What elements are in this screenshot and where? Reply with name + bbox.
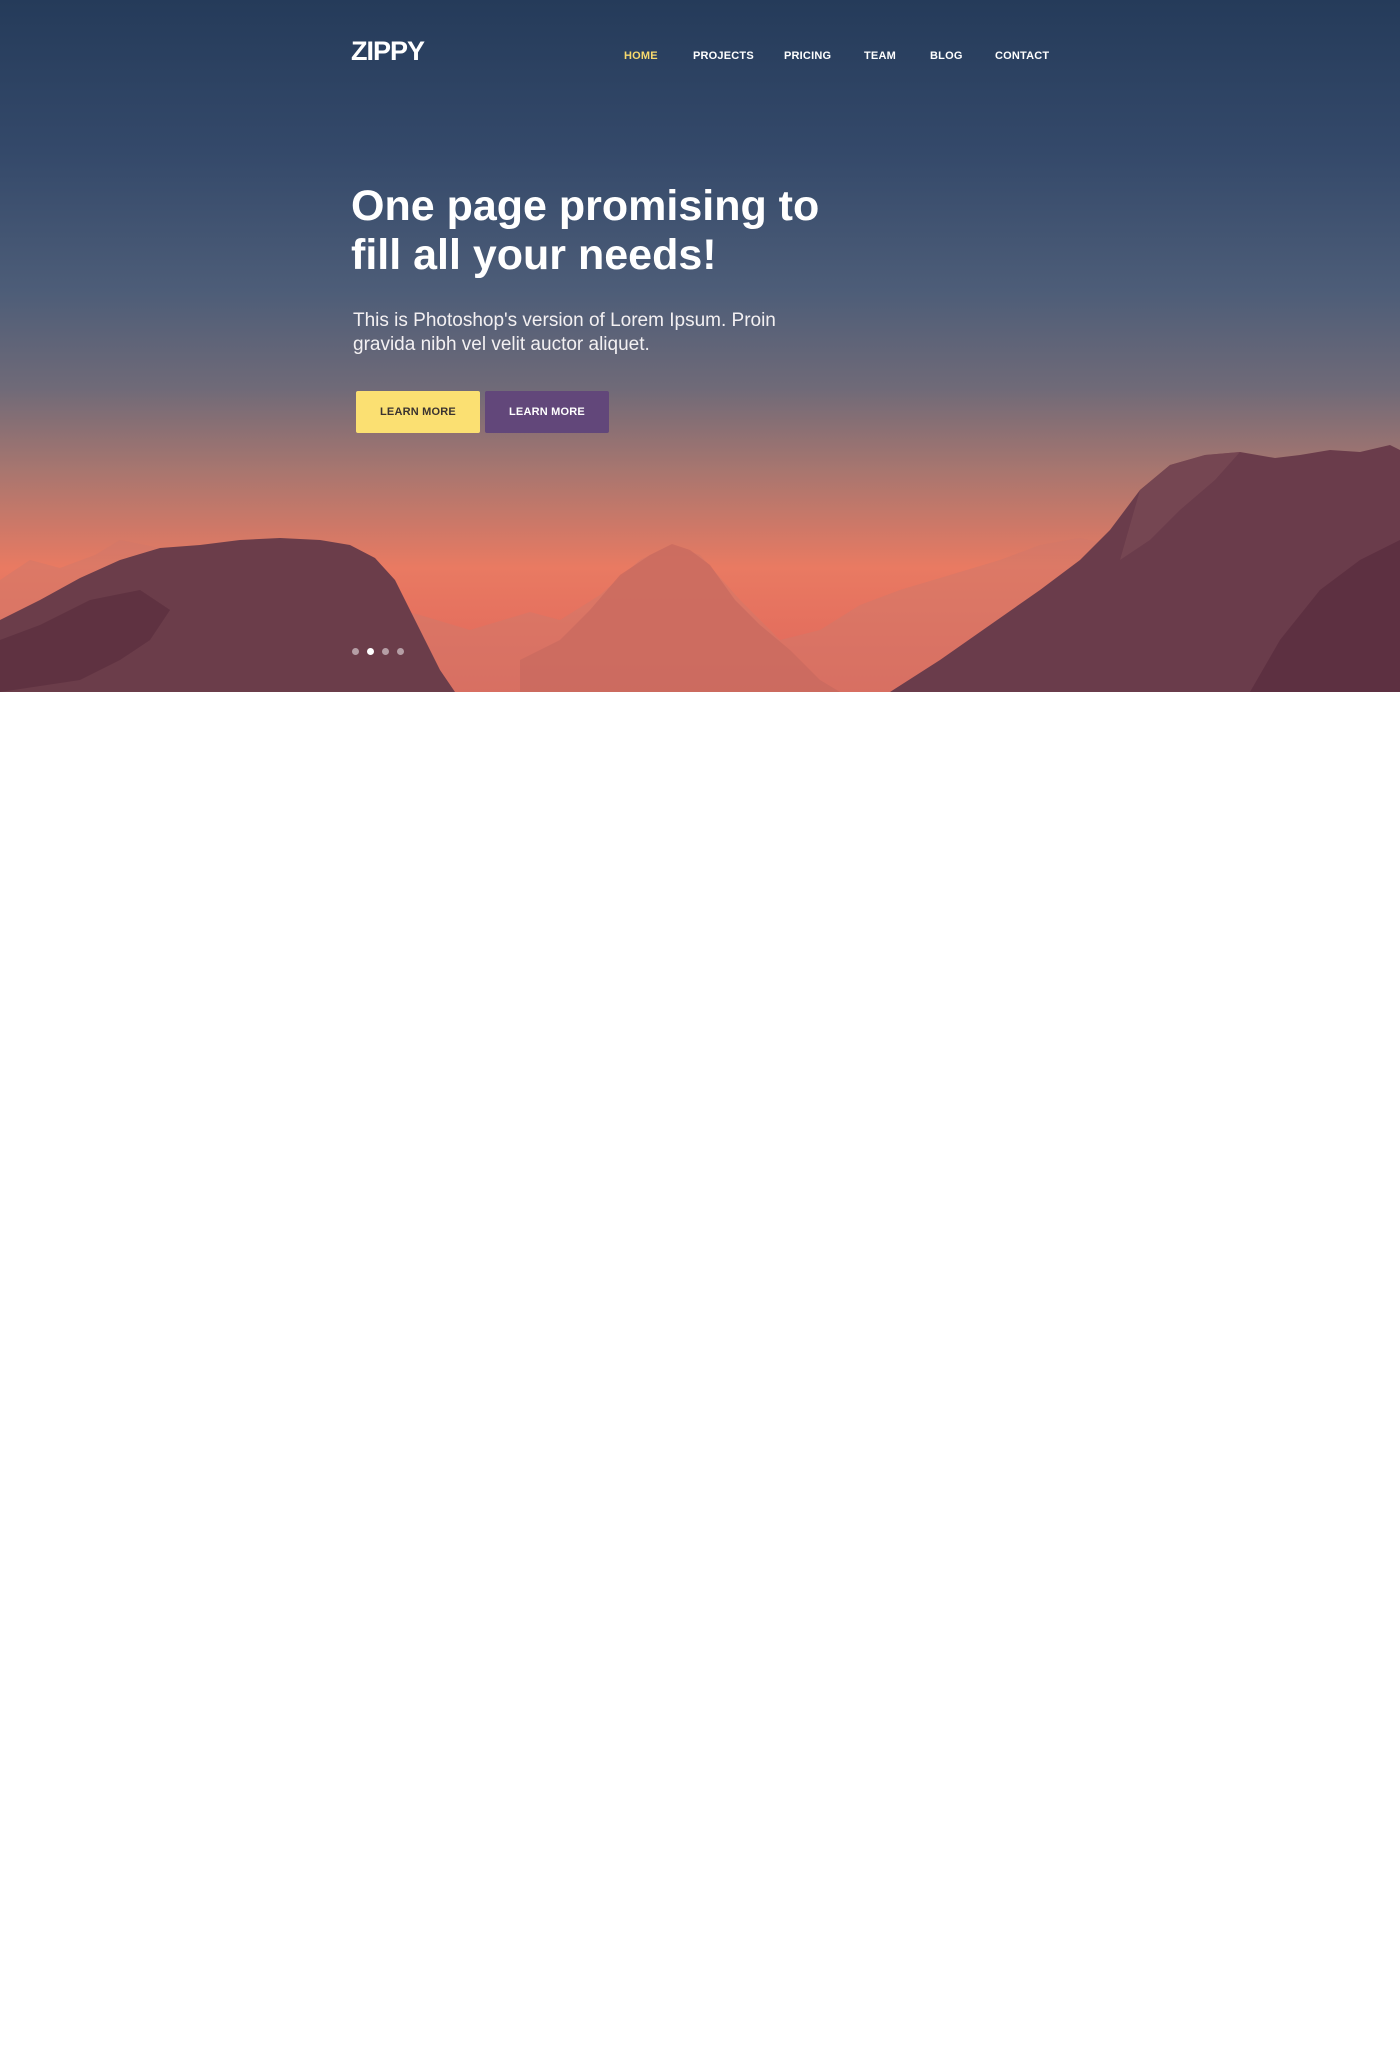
hero-subtext-line-2: gravida nibh vel velit auctor aliquet. [353,334,650,355]
nav-contact-link[interactable]: CONTACT [995,50,1049,62]
learn-more-secondary-button[interactable]: LEARN MORE [485,391,609,433]
main-navigation: HOME PROJECTS PRICING TEAM BLOG CONTACT [0,50,1400,68]
hero-subtext-line-1: This is Photoshop's version of Lorem Ips… [353,310,776,331]
hero-headline-line-2: fill all your needs! [351,231,717,279]
nav-projects-link[interactable]: PROJECTS [693,50,754,62]
hero-headline-line-1: One page promising to [351,182,820,230]
hero-subtext: This is Photoshop's version of Lorem Ips… [353,309,803,357]
slider-dot[interactable] [352,648,359,655]
slider-dot[interactable] [382,648,389,655]
page-content-area [0,692,1400,2058]
nav-team-link[interactable]: TEAM [864,50,896,62]
nav-home-link[interactable]: HOME [624,50,658,62]
slider-dot[interactable] [397,648,404,655]
hero-headline: One page promising to fill all your need… [351,182,871,280]
nav-pricing-link[interactable]: PRICING [784,50,831,62]
nav-blog-link[interactable]: BLOG [930,50,963,62]
hero-section: ZIPPY HOME PROJECTS PRICING TEAM BLOG CO… [0,0,1400,692]
learn-more-primary-button[interactable]: LEARN MORE [356,391,480,433]
slider-dot-active[interactable] [367,648,374,655]
